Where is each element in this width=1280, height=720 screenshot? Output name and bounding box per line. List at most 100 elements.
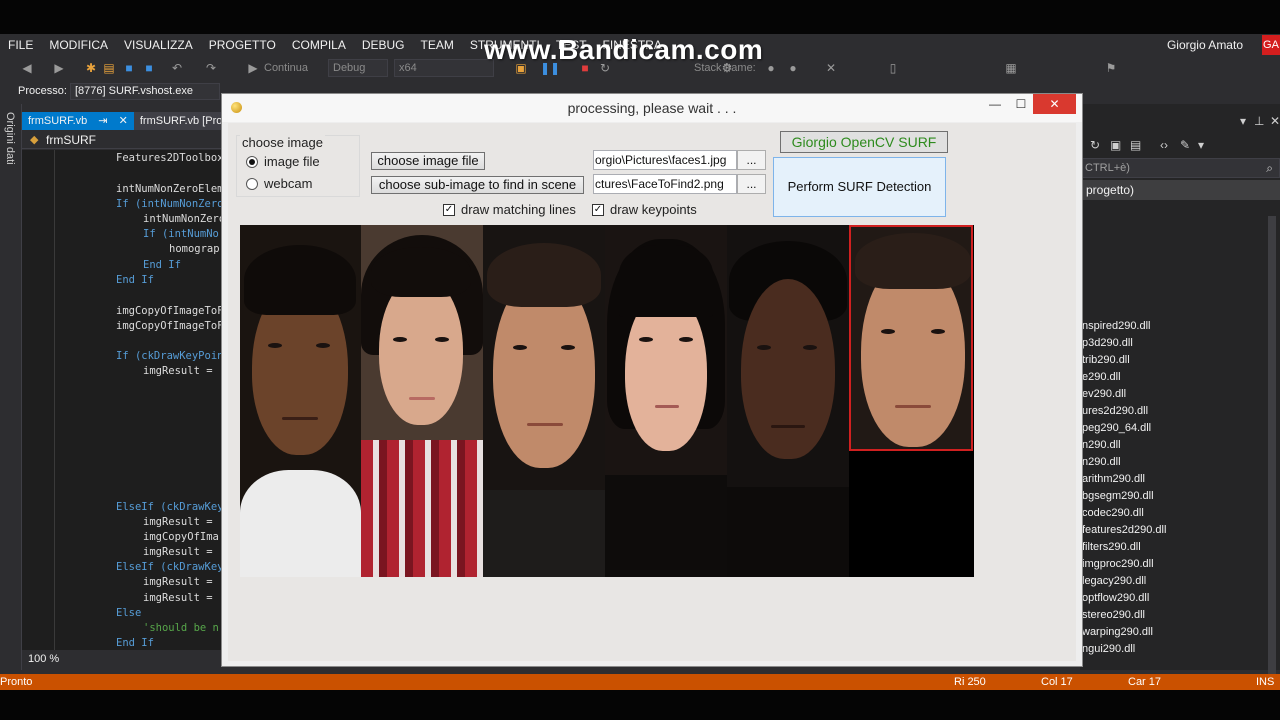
- list-item[interactable]: optflow290.dll: [1082, 592, 1149, 604]
- list-item[interactable]: warping290.dll: [1082, 626, 1153, 638]
- project-node[interactable]: progetto): [1080, 180, 1280, 200]
- collapse-all-icon[interactable]: ▣: [1110, 138, 1121, 152]
- user-avatar[interactable]: GA: [1262, 35, 1280, 55]
- refresh-icon[interactable]: ↻: [1090, 138, 1100, 152]
- pin-icon[interactable]: ⇥: [98, 115, 107, 127]
- maximize-button[interactable]: ☐: [1010, 94, 1032, 114]
- checkbox-box[interactable]: ✓: [592, 203, 604, 216]
- list-item[interactable]: bgsegm290.dll: [1082, 490, 1154, 502]
- list-item[interactable]: filters290.dll: [1082, 541, 1141, 553]
- menu-progetto[interactable]: PROGETTO: [201, 34, 284, 56]
- object-combo[interactable]: frmSURF: [46, 133, 96, 147]
- configuration-combo[interactable]: Debug: [328, 59, 388, 77]
- checkbox-label: draw keypoints: [610, 202, 697, 217]
- list-item[interactable]: imgproc290.dll: [1082, 558, 1154, 570]
- list-item[interactable]: peg290_64.dll: [1082, 422, 1151, 434]
- list-item[interactable]: ev290.dll: [1082, 388, 1126, 400]
- redo-icon[interactable]: ↷: [204, 61, 218, 75]
- breakpoint-icon[interactable]: ●: [764, 61, 778, 75]
- list-item[interactable]: features2d290.dll: [1082, 524, 1166, 536]
- menu-team[interactable]: TEAM: [413, 34, 462, 56]
- open-file-icon[interactable]: ▤: [102, 61, 116, 75]
- breakpoint-all-icon[interactable]: ●: [786, 61, 800, 75]
- perform-surf-detection-button[interactable]: Perform SURF Detection: [773, 157, 946, 217]
- scene-image-path-field[interactable]: orgio\Pictures\faces1.jpg: [593, 150, 737, 170]
- save-icon[interactable]: ■: [122, 61, 136, 75]
- draw-matching-lines-checkbox[interactable]: ✓ draw matching lines: [443, 202, 576, 217]
- choose-image-button[interactable]: choose image file: [371, 152, 485, 170]
- list-item[interactable]: e290.dll: [1082, 371, 1121, 383]
- menu-modifica[interactable]: MODIFICA: [41, 34, 116, 56]
- status-bar: Pronto Ri 250 Col 17 Car 17 INS: [0, 674, 1280, 690]
- list-item[interactable]: arithm290.dll: [1082, 473, 1145, 485]
- pin-icon[interactable]: ⊥: [1254, 114, 1264, 128]
- solution-search[interactable]: CTRL+è) ⌕: [1080, 158, 1280, 178]
- list-item[interactable]: p3d290.dll: [1082, 337, 1133, 349]
- radio-button[interactable]: [246, 155, 258, 168]
- properties-icon[interactable]: ✎: [1180, 138, 1190, 152]
- search-icon[interactable]: ⌕: [1266, 161, 1273, 176]
- tab-frmsurf-code[interactable]: frmSURF.vb ⇥ ✕: [22, 112, 134, 130]
- list-item[interactable]: ngui290.dll: [1082, 643, 1135, 655]
- list-item[interactable]: nspired290.dll: [1082, 320, 1151, 332]
- forward-icon[interactable]: ▶: [52, 61, 66, 75]
- code-line: imgResult =: [143, 516, 213, 528]
- class-icon: ◆: [30, 134, 39, 146]
- list-item[interactable]: n290.dll: [1082, 456, 1121, 468]
- back-icon[interactable]: ◀: [20, 61, 34, 75]
- radio-button[interactable]: [246, 177, 258, 190]
- comment-icon[interactable]: ▯: [886, 61, 900, 75]
- process-label: Processo:: [18, 85, 67, 97]
- code-line: If (intNumNonZeroEl: [116, 198, 237, 210]
- list-item[interactable]: stereo290.dll: [1082, 609, 1145, 621]
- navigation-bar[interactable]: ◆ frmSURF: [22, 131, 222, 149]
- user-name[interactable]: Giorgio Amato: [1167, 38, 1243, 52]
- form-client-area: choose image image file webcam choose im…: [228, 123, 1076, 661]
- browse-subimage-button[interactable]: ...: [737, 174, 766, 194]
- continue-icon[interactable]: ▶: [246, 61, 260, 75]
- new-project-icon[interactable]: ✱: [84, 61, 98, 75]
- save-all-icon[interactable]: ■: [142, 61, 156, 75]
- browse-scene-button[interactable]: ...: [737, 150, 766, 170]
- menu-compila[interactable]: COMPILA: [284, 34, 354, 56]
- process-combo[interactable]: [8776] SURF.vshost.exe: [70, 83, 220, 100]
- show-all-files-icon[interactable]: ▤: [1130, 138, 1141, 152]
- code-line: imgResult =: [143, 576, 213, 588]
- list-item[interactable]: trib290.dll: [1082, 354, 1130, 366]
- menu-debug[interactable]: DEBUG: [354, 34, 413, 56]
- data-sources-strip[interactable]: Origini dati: [0, 104, 22, 670]
- close-panel-icon[interactable]: ✕: [1270, 114, 1280, 128]
- list-item[interactable]: codec290.dll: [1082, 507, 1144, 519]
- minimize-button[interactable]: —: [984, 94, 1006, 114]
- menu-visualizza[interactable]: VISUALIZZA: [116, 34, 201, 56]
- subimage-path-field[interactable]: ctures\FaceToFind2.png: [593, 174, 737, 194]
- draw-keypoints-checkbox[interactable]: ✓ draw keypoints: [592, 202, 697, 217]
- bookmark-icon[interactable]: ⚑: [1104, 61, 1118, 75]
- radio-webcam[interactable]: webcam: [246, 176, 312, 191]
- dropdown-icon[interactable]: ▾: [1240, 114, 1246, 128]
- continue-label[interactable]: Continua: [264, 62, 308, 74]
- zoom-combo[interactable]: 100 %: [28, 653, 59, 665]
- choose-subimage-button[interactable]: choose sub-image to find in scene: [371, 176, 584, 194]
- clear-icon[interactable]: ✕: [824, 61, 838, 75]
- list-item[interactable]: legacy290.dll: [1082, 575, 1146, 587]
- brand-label: Giorgio OpenCV SURF: [780, 131, 948, 153]
- vertical-scrollbar[interactable]: [1268, 216, 1276, 720]
- close-tab-icon[interactable]: ✕: [119, 115, 128, 127]
- checkbox-box[interactable]: ✓: [443, 203, 455, 216]
- data-sources-label[interactable]: Origini dati: [4, 112, 16, 165]
- code-editor[interactable]: Features2DToolbox. intNumNonZeroElements…: [22, 150, 249, 650]
- code-line: End If: [116, 637, 154, 649]
- list-item[interactable]: ures2d290.dll: [1082, 405, 1148, 417]
- list-item[interactable]: n290.dll: [1082, 439, 1121, 451]
- platform-combo[interactable]: x64: [394, 59, 494, 77]
- layout-icon[interactable]: ▦: [1004, 61, 1018, 75]
- window-titlebar[interactable]: processing, please wait . . . — ☐ ✕: [222, 94, 1082, 122]
- close-button[interactable]: ✕: [1033, 94, 1076, 114]
- surf-form-window: processing, please wait . . . — ☐ ✕ choo…: [221, 93, 1083, 667]
- undo-icon[interactable]: ↶: [170, 61, 184, 75]
- radio-image-file[interactable]: image file: [246, 154, 320, 169]
- view-code-icon[interactable]: ‹›: [1160, 138, 1168, 152]
- menu-file[interactable]: FILE: [0, 34, 41, 56]
- more-icon[interactable]: ▾: [1198, 138, 1204, 152]
